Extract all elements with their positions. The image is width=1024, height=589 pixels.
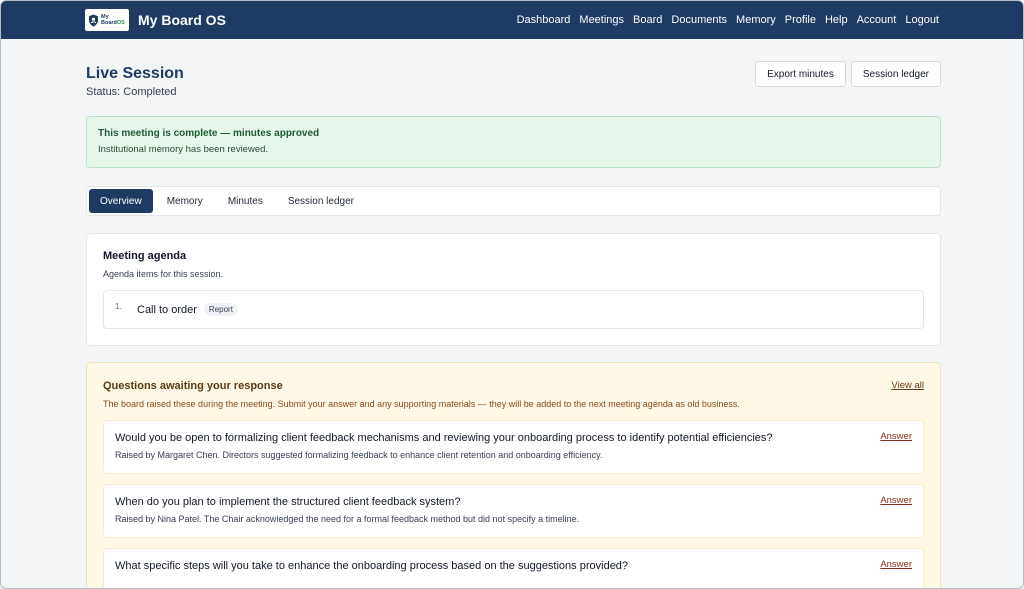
answer-link[interactable]: Answer	[880, 495, 912, 506]
app-window: My BoardOS My Board OS Dashboard Meeting…	[0, 0, 1024, 589]
page-title: Live Session	[86, 65, 184, 82]
agenda-item[interactable]: 1. Call to order Report	[103, 290, 924, 329]
question-item: Would you be open to formalizing client …	[103, 420, 924, 474]
alert-body: Institutional memory has been reviewed.	[98, 144, 269, 155]
question-meta: Raised by Nina Patel. The Chair acknowle…	[115, 514, 580, 524]
main-content: Live Session Status: Completed Export mi…	[86, 39, 941, 588]
nav-link-meetings[interactable]: Meetings	[579, 14, 624, 26]
questions-panel: Questions awaiting your response The boa…	[86, 362, 941, 588]
logo-text-bottom: Board	[101, 20, 117, 26]
view-all-link[interactable]: View all	[891, 380, 924, 391]
question-text: Would you be open to formalizing client …	[115, 432, 773, 444]
question-text: What specific steps will you take to enh…	[115, 560, 629, 572]
tab-minutes[interactable]: Minutes	[217, 189, 274, 213]
tab-memory[interactable]: Memory	[156, 189, 214, 213]
nav-link-help[interactable]: Help	[825, 14, 848, 26]
logo-text-os: OS	[116, 20, 125, 26]
session-tabs: Overview Memory Minutes Session ledger	[86, 186, 941, 216]
export-minutes-button[interactable]: Export minutes	[755, 61, 846, 87]
brand-logo[interactable]: My BoardOS	[85, 9, 129, 31]
tab-session-ledger[interactable]: Session ledger	[277, 189, 365, 213]
nav-link-memory[interactable]: Memory	[736, 14, 776, 26]
page-header: Live Session Status: Completed Export mi…	[86, 39, 941, 111]
agenda-item-number: 1.	[115, 302, 122, 311]
agenda-item-tag: Report	[203, 303, 238, 316]
header-actions: Export minutes Session ledger	[755, 61, 941, 87]
questions-header: Questions awaiting your response The boa…	[103, 380, 924, 409]
questions-description: The board raised these during the meetin…	[103, 399, 740, 409]
main-nav: Dashboard Meetings Board Documents Memor…	[517, 14, 939, 26]
question-item: What specific steps will you take to enh…	[103, 548, 924, 588]
nav-link-documents[interactable]: Documents	[671, 14, 727, 26]
brand-name[interactable]: My Board OS	[138, 12, 226, 28]
tab-overview[interactable]: Overview	[89, 189, 153, 213]
question-text: When do you plan to implement the struct…	[115, 496, 461, 508]
agenda-item-label: Call to order	[137, 303, 197, 316]
completion-alert: This meeting is complete — minutes appro…	[86, 116, 941, 168]
nav-link-account[interactable]: Account	[857, 14, 897, 26]
question-meta: Raised by Margaret Chen. Directors sugge…	[115, 450, 603, 460]
nav-link-logout[interactable]: Logout	[905, 14, 939, 26]
questions-title: Questions awaiting your response	[103, 380, 283, 392]
agenda-title: Meeting agenda	[103, 250, 187, 262]
top-navbar: My BoardOS My Board OS Dashboard Meeting…	[1, 1, 1023, 39]
logo-wordmark: My BoardOS	[101, 14, 125, 26]
nav-link-dashboard[interactable]: Dashboard	[517, 14, 571, 26]
answer-link[interactable]: Answer	[880, 559, 912, 570]
answer-link[interactable]: Answer	[880, 431, 912, 442]
nav-link-board[interactable]: Board	[633, 14, 662, 26]
nav-link-profile[interactable]: Profile	[785, 14, 816, 26]
session-ledger-button[interactable]: Session ledger	[850, 61, 941, 87]
shield-icon	[88, 14, 99, 27]
alert-title: This meeting is complete — minutes appro…	[98, 128, 320, 139]
question-item: When do you plan to implement the struct…	[103, 484, 924, 538]
agenda-subtitle: Agenda items for this session.	[103, 269, 224, 279]
page-status: Status: Completed	[86, 86, 177, 98]
agenda-card: Meeting agenda Agenda items for this ses…	[86, 233, 941, 346]
